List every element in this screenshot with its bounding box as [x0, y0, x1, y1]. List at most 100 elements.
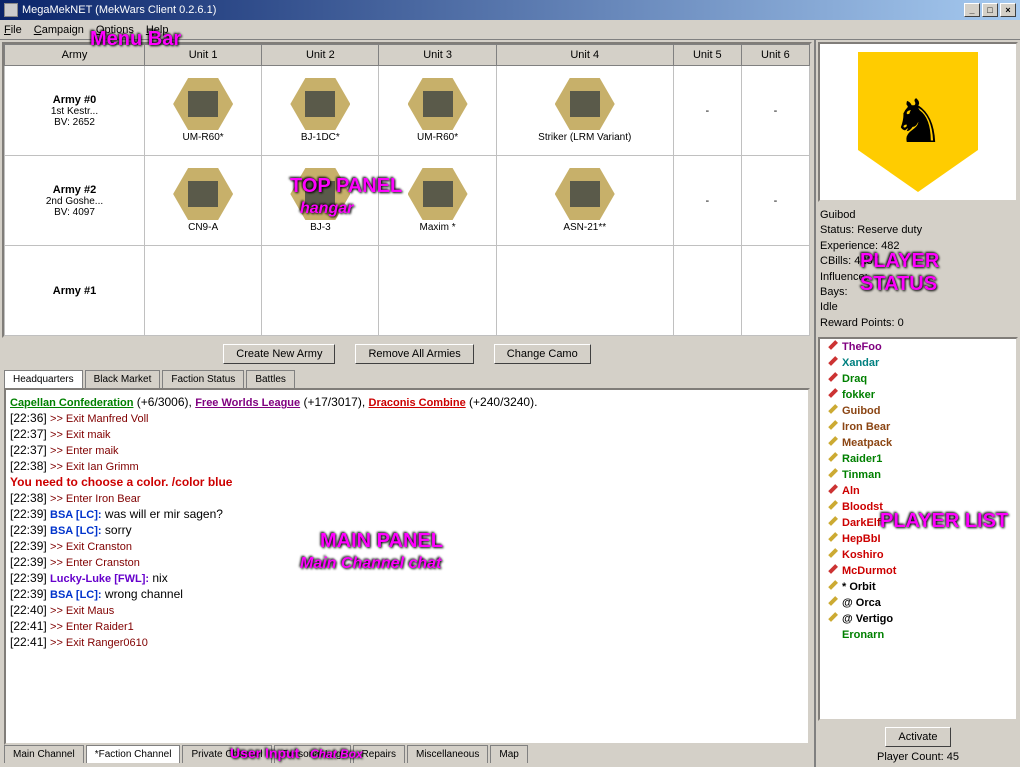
chat-tabs: Main Channel*Faction ChannelPrivate Chan… — [0, 745, 814, 767]
army-cell[interactable]: Army #1 — [5, 246, 145, 336]
titlebar: MegaMekNET (MekWars Client 0.2.6.1) _ □ … — [0, 0, 1020, 20]
player-name-label: McDurmot — [842, 565, 896, 577]
faction-link[interactable]: Draconis Combine — [369, 397, 466, 409]
tab-battles[interactable]: Battles — [246, 370, 295, 388]
army-cell[interactable]: Army #22nd Goshe...BV: 4097 — [5, 156, 145, 246]
player-name-label: Koshiro — [842, 549, 884, 561]
player-name-label: Meatpack — [842, 437, 892, 449]
activate-button[interactable]: Activate — [885, 727, 950, 747]
unit-cell[interactable]: - — [741, 66, 809, 156]
player-name-label: DarkElf — [842, 517, 881, 529]
sword-icon — [824, 484, 838, 498]
unit-cell[interactable]: Striker (LRM Variant) — [496, 66, 673, 156]
player-row[interactable]: Draq — [820, 371, 1016, 387]
player-name-label: Xandar — [842, 357, 879, 369]
player-row[interactable]: @ Orca — [820, 595, 1016, 611]
player-row[interactable]: Iron Bear — [820, 419, 1016, 435]
hangar-header: Unit 4 — [496, 45, 673, 66]
menu-help[interactable]: Help — [146, 24, 169, 36]
player-row[interactable]: fokker — [820, 387, 1016, 403]
change-camo-button[interactable]: Change Camo — [494, 344, 591, 364]
status-line: Reward Points: 0 — [820, 316, 1016, 331]
unit-cell[interactable]: - — [673, 156, 741, 246]
chat-line: [22:39] >> Enter Cranston — [10, 554, 804, 570]
player-row[interactable]: Guibod — [820, 403, 1016, 419]
hangar-panel: ArmyUnit 1Unit 2Unit 3Unit 4Unit 5Unit 6… — [2, 42, 812, 338]
unit-cell[interactable] — [496, 246, 673, 336]
sword-icon — [824, 580, 838, 594]
tab-headquarters[interactable]: Headquarters — [4, 370, 83, 388]
chat-tab-main-channel[interactable]: Main Channel — [4, 745, 84, 763]
unit-cell[interactable] — [262, 246, 379, 336]
remove-all-armies-button[interactable]: Remove All Armies — [355, 344, 473, 364]
player-row[interactable]: * Orbit — [820, 579, 1016, 595]
hangar-header: Unit 3 — [379, 45, 496, 66]
player-name-label: Aln — [842, 485, 860, 497]
create-new-army-button[interactable]: Create New Army — [223, 344, 335, 364]
close-button[interactable]: × — [1000, 3, 1016, 17]
sword-icon — [824, 436, 838, 450]
unit-cell[interactable]: CN9-A — [145, 156, 262, 246]
player-name-label: * Orbit — [842, 581, 876, 593]
unit-cell[interactable]: - — [741, 156, 809, 246]
faction-link[interactable]: Free Worlds League — [195, 397, 300, 409]
minimize-button[interactable]: _ — [964, 3, 980, 17]
unit-cell[interactable] — [741, 246, 809, 336]
player-row[interactable]: Koshiro — [820, 547, 1016, 563]
player-list: TheFoo Xandar DraqfokkerGuibodIron Bear Mea… — [818, 337, 1018, 721]
player-row[interactable]: DarkElf — [820, 515, 1016, 531]
tab-black-market[interactable]: Black Market — [85, 370, 161, 388]
unit-cell[interactable]: Maxim * — [379, 156, 496, 246]
player-row[interactable]: Meatpack — [820, 435, 1016, 451]
faction-link[interactable]: Capellan Confederation — [10, 397, 133, 409]
player-count: Player Count: 45 — [820, 751, 1016, 763]
unit-cell[interactable] — [379, 246, 496, 336]
unit-cell[interactable]: BJ-1DC* — [262, 66, 379, 156]
unit-cell[interactable]: UM-R60* — [379, 66, 496, 156]
player-row[interactable]: TheFoo — [820, 339, 1016, 355]
sword-icon — [824, 516, 838, 530]
player-row[interactable]: McDurmot — [820, 563, 1016, 579]
menu-campaign[interactable]: Campaign — [34, 24, 84, 36]
unit-cell[interactable] — [145, 246, 262, 336]
unit-cell[interactable]: BJ-3 — [262, 156, 379, 246]
sword-icon — [824, 564, 838, 578]
chat-tab-personal-log[interactable]: Personal Log — [274, 745, 351, 763]
chat-line: [22:40] >> Exit Maus — [10, 602, 804, 618]
hangar-buttons: Create New Army Remove All Armies Change C… — [0, 340, 814, 368]
chat-line: [22:36] >> Exit Manfred Voll — [10, 410, 804, 426]
player-row[interactable]: Eronarn — [820, 627, 1016, 643]
player-row[interactable]: Xandar — [820, 355, 1016, 371]
chat-tab-map[interactable]: Map — [490, 745, 527, 763]
maximize-button[interactable]: □ — [982, 3, 998, 17]
unit-cell[interactable]: UM-R60* — [145, 66, 262, 156]
player-status: Guibod Status: Reserve dutyExperience: 4… — [816, 204, 1020, 335]
menu-options[interactable]: Options — [96, 24, 134, 36]
crest-icon: ♞ — [858, 52, 978, 192]
player-name-label: @ Orca — [842, 597, 881, 609]
unit-cell[interactable] — [673, 246, 741, 336]
chat-line: [22:39] BSA [LC]: sorry — [10, 522, 804, 538]
player-name-label: Eronarn — [842, 629, 884, 641]
unit-cell[interactable]: ASN-21** — [496, 156, 673, 246]
sword-icon — [824, 628, 838, 642]
player-row[interactable]: @ Vertigo — [820, 611, 1016, 627]
player-row[interactable]: Aln — [820, 483, 1016, 499]
chat-tab-private-channel[interactable]: Private Channel — [182, 745, 271, 763]
sword-icon — [824, 404, 838, 418]
player-row[interactable]: Bloodst — [820, 499, 1016, 515]
unit-cell[interactable]: - — [673, 66, 741, 156]
player-row[interactable]: HepBbI — [820, 531, 1016, 547]
chat-tab--faction-channel[interactable]: *Faction Channel — [86, 745, 181, 763]
army-cell[interactable]: Army #01st Kestr...BV: 2652 — [5, 66, 145, 156]
tab-faction-status[interactable]: Faction Status — [162, 370, 244, 388]
player-row[interactable]: Raider1 — [820, 451, 1016, 467]
player-name-label: Tinman — [842, 469, 881, 481]
main-tabs: HeadquartersBlack MarketFaction StatusBa… — [0, 368, 814, 388]
sword-icon — [824, 420, 838, 434]
chat-tab-repairs[interactable]: Repairs — [353, 745, 405, 763]
chat-line: [22:38] >> Exit Ian Grimm — [10, 458, 804, 474]
chat-tab-miscellaneous[interactable]: Miscellaneous — [407, 745, 488, 763]
player-row[interactable]: Tinman — [820, 467, 1016, 483]
menu-file[interactable]: File — [4, 24, 22, 36]
